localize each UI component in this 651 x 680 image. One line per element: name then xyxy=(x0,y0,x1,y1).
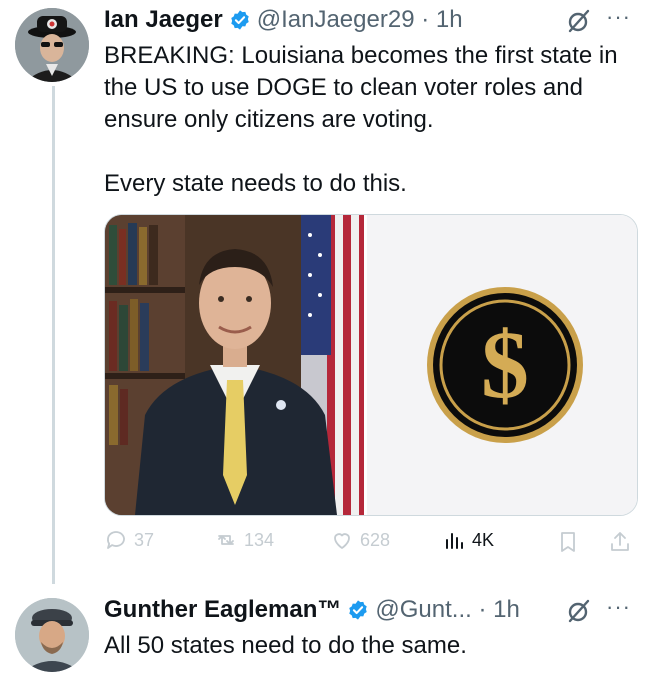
tweet-actions-cutoff xyxy=(104,668,636,680)
more-icon[interactable]: ··· xyxy=(606,4,631,30)
tweet-header: Ian Jaeger @IanJaeger29 · 1h xyxy=(104,6,463,34)
share-icon[interactable] xyxy=(608,530,632,554)
tweet-actions: 37 134 628 4K xyxy=(104,528,636,560)
thread-connector-line xyxy=(52,86,55,584)
author-handle-time[interactable]: @Gunt... · 1h xyxy=(375,596,519,624)
tweet-text: BREAKING: Louisiana becomes the first st… xyxy=(104,42,618,197)
repost-button[interactable]: 134 xyxy=(214,528,274,552)
verified-badge-icon xyxy=(231,10,249,30)
reply-count: 37 xyxy=(134,529,155,550)
author-name[interactable]: Ian Jaeger xyxy=(104,6,223,34)
views-icon xyxy=(446,533,463,549)
like-count: 628 xyxy=(360,529,391,550)
tweet-header: Gunther Eagleman™ @Gunt... · 1h xyxy=(104,596,520,624)
like-icon xyxy=(334,533,350,549)
like-button[interactable]: 628 xyxy=(330,528,390,552)
views-button[interactable]: 4K xyxy=(442,528,494,552)
grok-icon[interactable] xyxy=(566,598,592,624)
grok-icon[interactable] xyxy=(566,8,592,34)
tweet-media[interactable]: $ xyxy=(104,214,638,516)
author-handle-time[interactable]: @IanJaeger29 · 1h xyxy=(257,6,463,34)
media-photo-dollar-logo[interactable]: $ xyxy=(364,215,637,515)
more-icon[interactable]: ··· xyxy=(606,594,631,620)
media-photo-portrait[interactable] xyxy=(105,215,364,515)
views-count: 4K xyxy=(472,529,495,550)
avatar[interactable] xyxy=(15,8,89,82)
reply-icon xyxy=(107,531,125,549)
reply-button[interactable]: 37 xyxy=(104,528,154,552)
tweet-text: All 50 states need to do the same. xyxy=(104,632,467,659)
author-name[interactable]: Gunther Eagleman™ xyxy=(104,596,341,624)
verified-badge-icon xyxy=(349,600,368,620)
svg-text:$: $ xyxy=(481,311,529,418)
avatar[interactable] xyxy=(15,598,89,672)
repost-icon xyxy=(218,535,234,545)
bookmark-icon[interactable] xyxy=(556,530,580,554)
repost-count: 134 xyxy=(244,529,275,550)
